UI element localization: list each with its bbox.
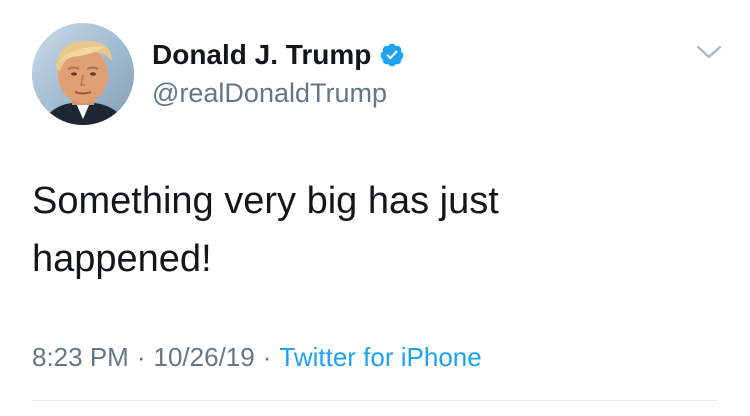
avatar[interactable] bbox=[32, 23, 134, 125]
user-handle[interactable]: @realDonaldTrump bbox=[152, 77, 387, 109]
divider bbox=[32, 400, 718, 401]
meta-separator: · bbox=[136, 342, 146, 372]
tweet-source-link[interactable]: Twitter for iPhone bbox=[279, 342, 481, 372]
meta-separator: · bbox=[262, 342, 272, 372]
tweet-time[interactable]: 8:23 PM bbox=[32, 342, 129, 372]
tweet-card: Donald J. Trump @realDonaldTrump Somethi… bbox=[0, 0, 750, 416]
avatar-image bbox=[32, 23, 134, 125]
chevron-down-icon[interactable] bbox=[694, 42, 724, 62]
verified-badge-icon bbox=[379, 42, 405, 68]
tweet-date[interactable]: 10/26/19 bbox=[154, 342, 255, 372]
display-name-row: Donald J. Trump bbox=[152, 38, 405, 72]
display-name[interactable]: Donald J. Trump bbox=[152, 38, 371, 72]
tweet-meta: 8:23 PM · 10/26/19 · Twitter for iPhone bbox=[32, 340, 482, 374]
tweet-text: Something very big has just happened! bbox=[32, 180, 499, 280]
